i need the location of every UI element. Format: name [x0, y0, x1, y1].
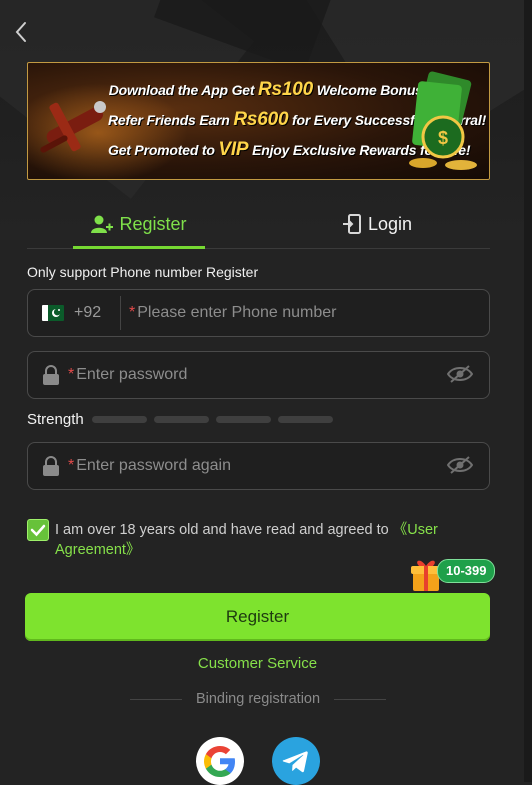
- telegram-login-button[interactable]: [272, 737, 320, 785]
- tab-register[interactable]: Register: [73, 200, 205, 249]
- user-agreement-link[interactable]: 《User: [393, 522, 438, 538]
- add-user-icon: [91, 215, 114, 233]
- user-agreement-link[interactable]: Agreement》: [55, 542, 140, 558]
- login-door-icon: [342, 214, 361, 234]
- lock-icon: [43, 456, 59, 476]
- confirm-password-field[interactable]: * Enter password again: [27, 442, 490, 490]
- strength-label: Strength: [27, 411, 84, 428]
- telegram-icon: [282, 751, 308, 773]
- agreement-checkbox[interactable]: [27, 519, 49, 541]
- chevron-left-icon: [15, 22, 26, 42]
- lock-icon: [43, 365, 59, 385]
- google-icon: [204, 746, 235, 777]
- tab-login-label: Login: [367, 213, 413, 234]
- country-code[interactable]: +92: [74, 304, 120, 322]
- promo-banner[interactable]: Download the App Get Rs100 Welcome Bonus…: [27, 62, 490, 180]
- banner-line-1: Download the App Get Rs100 Welcome Bonus…: [108, 79, 428, 100]
- checkmark-icon: [30, 524, 46, 537]
- required-mark: *: [129, 304, 136, 321]
- money-stack-icon: $: [409, 71, 477, 170]
- active-tab-indicator: [73, 246, 205, 249]
- auth-tabs: Register Login: [27, 200, 490, 249]
- eye-off-icon[interactable]: [447, 364, 473, 384]
- bonus-badge[interactable]: 10-399: [437, 559, 496, 583]
- scrollbar-track: [524, 0, 532, 782]
- strength-bar: [277, 416, 333, 423]
- required-mark: *: [68, 366, 75, 383]
- agreement-text: I am over 18 years old and have read and…: [55, 522, 438, 558]
- back-button[interactable]: [10, 18, 34, 46]
- password-field[interactable]: * Enter password: [27, 351, 490, 399]
- register-button[interactable]: Register: [25, 593, 490, 641]
- customer-service-link[interactable]: Customer Service: [0, 655, 515, 672]
- confirm-password-placeholder[interactable]: Enter password again: [76, 457, 231, 475]
- pakistan-flag-icon: [42, 305, 64, 321]
- google-login-button[interactable]: [196, 737, 244, 785]
- strength-bar: [215, 416, 271, 423]
- binding-registration-divider: Binding registration: [130, 691, 387, 707]
- phone-input-placeholder[interactable]: Please enter Phone number: [137, 304, 336, 322]
- tab-login[interactable]: Login: [327, 200, 427, 248]
- password-input-placeholder[interactable]: Enter password: [76, 366, 187, 384]
- banner-line-2: Refer Friends Earn Rs600 for Every Succe…: [108, 109, 487, 130]
- password-strength: Strength: [27, 411, 340, 428]
- eye-off-icon[interactable]: [447, 455, 473, 475]
- phone-field[interactable]: +92 * Please enter Phone number: [27, 289, 490, 337]
- strength-bar: [153, 416, 209, 423]
- svg-text:$: $: [438, 128, 448, 148]
- field-divider: [120, 296, 121, 330]
- binding-registration-label: Binding registration: [195, 691, 321, 707]
- required-mark: *: [68, 457, 75, 474]
- banner-line-3: Get Promoted to VIP Enjoy Exclusive Rewa…: [108, 139, 471, 160]
- register-hint: Only support Phone number Register: [27, 264, 259, 280]
- strength-bar: [91, 416, 147, 423]
- tab-register-label: Register: [119, 213, 187, 234]
